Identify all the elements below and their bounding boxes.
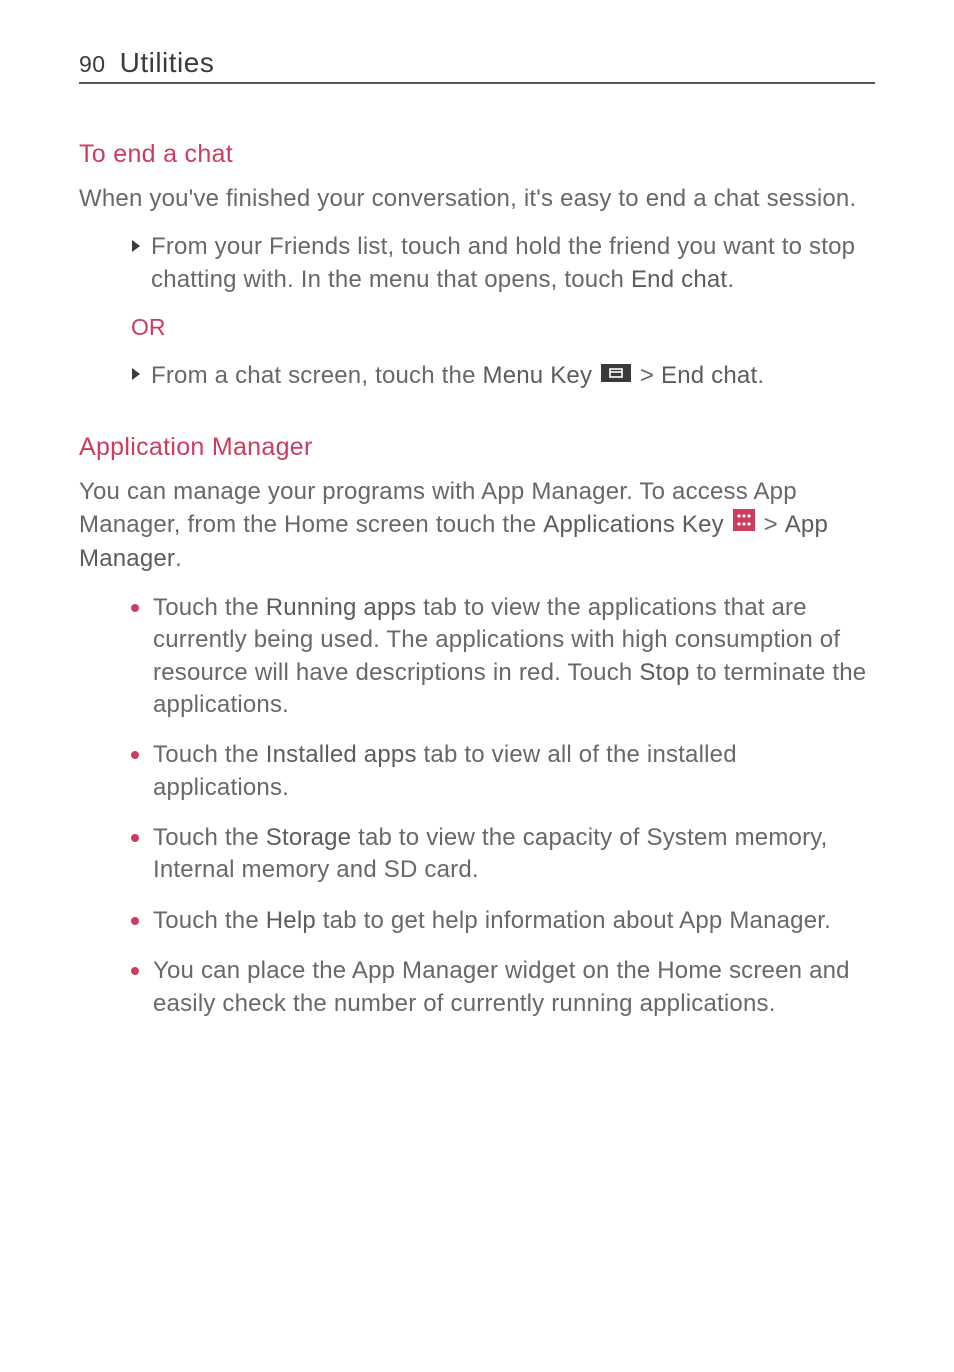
section-title: Utilities — [120, 47, 215, 79]
applications-key-icon — [733, 508, 755, 540]
text: Touch the — [153, 594, 266, 621]
bullet-item: Touch the Help tab to get help informati… — [79, 905, 875, 937]
label-storage: Storage — [266, 824, 351, 851]
heading-end-chat: To end a chat — [79, 140, 875, 169]
text: Touch the — [153, 907, 266, 934]
bullet-icon — [131, 604, 139, 612]
text: tab to get help information about App Ma… — [316, 907, 831, 934]
text: . — [175, 545, 182, 572]
intro-end-chat: When you've finished your conversation, … — [79, 183, 875, 215]
bullet-icon — [131, 967, 139, 975]
bullet-text: You can place the App Manager widget on … — [153, 955, 875, 1020]
intro-app-manager: You can manage your programs with App Ma… — [79, 476, 875, 576]
bullet-item: Touch the Running apps tab to view the a… — [79, 592, 875, 722]
step-text: From a chat screen, touch the Menu Key >… — [151, 359, 764, 394]
text: From your Friends list, touch and hold t… — [151, 233, 855, 292]
label-running-apps: Running apps — [266, 594, 417, 621]
label-stop: Stop — [639, 659, 689, 686]
label-end-chat: End chat — [631, 266, 727, 293]
bullet-text: Touch the Installed apps tab to view all… — [153, 739, 875, 804]
text: > — [633, 362, 661, 389]
page-number: 90 — [79, 51, 106, 78]
bullet-text: Touch the Storage tab to view the capaci… — [153, 822, 875, 887]
triangle-right-icon — [131, 367, 141, 394]
bullet-icon — [131, 834, 139, 842]
or-separator: OR — [131, 314, 875, 341]
label-installed-apps: Installed apps — [266, 741, 417, 768]
bullet-text: Touch the Help tab to get help informati… — [153, 905, 831, 937]
bullet-item: Touch the Storage tab to view the capaci… — [79, 822, 875, 887]
bullet-item: You can place the App Manager widget on … — [79, 955, 875, 1020]
label-applications-key: Applications Key — [543, 511, 724, 538]
bullet-icon — [131, 751, 139, 759]
triangle-right-icon — [131, 239, 141, 296]
text: > — [757, 511, 785, 538]
menu-key-icon — [601, 359, 631, 391]
bullet-item: Touch the Installed apps tab to view all… — [79, 739, 875, 804]
heading-app-manager: Application Manager — [79, 433, 875, 462]
step-item: From a chat screen, touch the Menu Key >… — [79, 359, 875, 394]
text: . — [757, 362, 764, 389]
text: . — [727, 266, 734, 293]
label-help: Help — [266, 907, 316, 934]
bullet-icon — [131, 917, 139, 925]
step-text: From your Friends list, touch and hold t… — [151, 231, 875, 296]
label-end-chat: End chat — [661, 362, 757, 389]
step-item: From your Friends list, touch and hold t… — [79, 231, 875, 296]
label-menu-key: Menu Key — [483, 362, 593, 389]
text: From a chat screen, touch the — [151, 362, 483, 389]
text: Touch the — [153, 824, 266, 851]
page-header: 90 Utilities — [79, 47, 875, 84]
bullet-text: Touch the Running apps tab to view the a… — [153, 592, 875, 722]
text: Touch the — [153, 741, 266, 768]
